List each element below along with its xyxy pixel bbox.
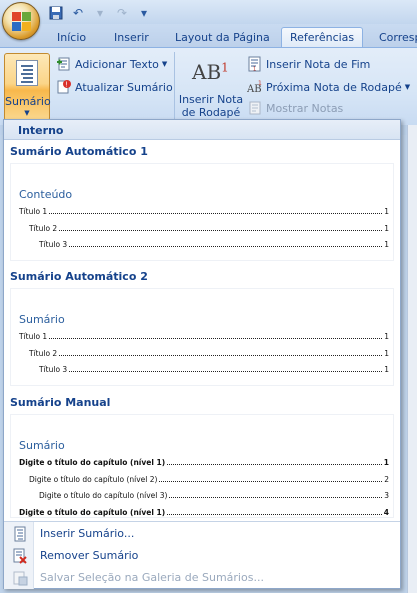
toc-button[interactable]: Sumário ▼ bbox=[4, 53, 51, 121]
update-toc-label: Atualizar Sumário bbox=[75, 80, 173, 94]
toc-preview-entry: Título 21 bbox=[29, 224, 389, 233]
next-footnote-button[interactable]: AB 1 Próxima Nota de Rodapé ▼ bbox=[246, 78, 411, 96]
save-selection-label: Salvar Seleção na Galeria de Sumários... bbox=[40, 571, 264, 584]
show-notes-icon bbox=[247, 100, 263, 116]
gallery-item-title: Sumário Automático 1 bbox=[10, 145, 148, 158]
tab-layout[interactable]: Layout da Página bbox=[175, 28, 270, 48]
svg-text:1: 1 bbox=[253, 67, 256, 73]
save-icon[interactable] bbox=[48, 5, 64, 21]
insert-footnote-label-1: Inserir Nota bbox=[178, 93, 244, 106]
save-to-gallery-icon bbox=[12, 570, 28, 586]
toc-dropdown-menu: Interno Sumário Automático 1 Conteúdo Tí… bbox=[3, 119, 401, 589]
menu-divider bbox=[4, 521, 400, 522]
chevron-down-icon: ▼ bbox=[161, 60, 168, 68]
remove-toc-label: Remover Sumário bbox=[40, 549, 139, 562]
tab-inserir[interactable]: Inserir bbox=[114, 28, 149, 48]
gallery-item-title: Sumário Automático 2 bbox=[10, 270, 148, 283]
show-notes-button[interactable]: Mostrar Notas bbox=[247, 99, 343, 117]
remove-toc-icon bbox=[12, 548, 28, 564]
toc-preview-entry: Título 11 bbox=[19, 332, 389, 341]
office-button[interactable] bbox=[2, 2, 40, 40]
gallery-section-header: Interno bbox=[4, 120, 400, 140]
insert-toc-menu-item[interactable]: Inserir Sumário... bbox=[4, 523, 400, 545]
add-text-button[interactable]: Adicionar Texto ▼ bbox=[56, 55, 167, 73]
toc-preview-entry: Digite o título do capítulo (nível 1) 1 bbox=[19, 458, 389, 467]
office-logo-icon bbox=[12, 12, 32, 32]
toc-button-label: Sumário bbox=[5, 95, 51, 108]
insert-footnote-icon: AB1 bbox=[192, 60, 229, 84]
redo-icon[interactable]: ↷ bbox=[114, 5, 130, 21]
gallery-item-title: Sumário Manual bbox=[10, 396, 111, 409]
update-toc-button[interactable]: ! Atualizar Sumário bbox=[56, 78, 173, 96]
add-text-label: Adicionar Texto bbox=[75, 57, 159, 71]
tab-referencias[interactable]: Referências bbox=[281, 27, 364, 49]
svg-text:!: ! bbox=[65, 81, 68, 89]
ribbon: Sumário ▼ Adicionar Texto ▼ ! Atualizar … bbox=[0, 47, 417, 125]
toc-preview-heading: Sumário bbox=[19, 439, 65, 452]
svg-text:1: 1 bbox=[258, 80, 262, 87]
toc-preview-heading: Conteúdo bbox=[19, 188, 73, 201]
insert-endnote-button[interactable]: 1 Inserir Nota de Fim bbox=[247, 55, 370, 73]
gallery-item-manual-toc[interactable]: Sumário Digite o título do capítulo (nív… bbox=[10, 414, 394, 518]
toc-preview-entry: Título 11 bbox=[19, 207, 389, 216]
undo-dropdown-icon[interactable]: ▾ bbox=[92, 5, 108, 21]
title-bar: ↶ ▾ ↷ ▾ bbox=[0, 0, 417, 24]
toc-preview-heading: Sumário bbox=[19, 313, 65, 326]
toc-preview-entry: Digite o título do capítulo (nível 3) 3 bbox=[39, 491, 389, 500]
quick-access-toolbar: ↶ ▾ ↷ ▾ bbox=[48, 4, 152, 21]
toc-icon bbox=[16, 60, 38, 86]
show-notes-label: Mostrar Notas bbox=[266, 101, 344, 115]
toc-preview-entry: Digite o título do capítulo (nível 1) 4 bbox=[19, 508, 389, 517]
insert-endnote-icon: 1 bbox=[247, 56, 263, 73]
insert-footnote-button[interactable]: Inserir Nota de Rodapé bbox=[176, 93, 246, 119]
update-toc-icon: ! bbox=[56, 79, 72, 95]
save-selection-menu-item[interactable]: Salvar Seleção na Galeria de Sumários... bbox=[4, 567, 400, 589]
insert-toc-icon bbox=[12, 526, 28, 542]
ribbon-tabs: Início Inserir Layout da Página Referênc… bbox=[0, 24, 417, 49]
gallery-item-auto-toc-2[interactable]: Sumário Título 11 Título 21 Título 31 bbox=[10, 288, 394, 386]
remove-toc-menu-item[interactable]: Remover Sumário bbox=[4, 545, 400, 567]
next-footnote-label: Próxima Nota de Rodapé bbox=[266, 80, 402, 94]
tab-correspondencias[interactable]: Corresp bbox=[379, 28, 417, 48]
chevron-down-icon: ▼ bbox=[404, 83, 411, 91]
toc-preview-entry: Digite o título do capítulo (nível 2) 2 bbox=[29, 475, 389, 484]
insert-toc-label: Inserir Sumário... bbox=[40, 527, 135, 540]
add-text-icon bbox=[56, 56, 72, 72]
customize-qat-icon[interactable]: ▾ bbox=[136, 5, 152, 21]
toc-preview-entry: Título 31 bbox=[39, 365, 389, 374]
chevron-down-icon: ▼ bbox=[24, 109, 30, 117]
next-footnote-icon: AB 1 bbox=[246, 79, 263, 95]
insert-endnote-label: Inserir Nota de Fim bbox=[266, 57, 371, 71]
tab-inicio[interactable]: Início bbox=[57, 28, 86, 48]
toc-preview-entry: Título 31 bbox=[39, 240, 389, 249]
insert-footnote-label-2: de Rodapé bbox=[181, 106, 241, 119]
gallery-item-auto-toc-1[interactable]: Conteúdo Título 11 Título 21 Título 31 bbox=[10, 163, 394, 261]
toc-preview-entry: Título 21 bbox=[29, 349, 389, 358]
undo-icon[interactable]: ↶ bbox=[70, 5, 86, 21]
group-divider bbox=[174, 52, 175, 122]
document-area bbox=[407, 125, 417, 593]
